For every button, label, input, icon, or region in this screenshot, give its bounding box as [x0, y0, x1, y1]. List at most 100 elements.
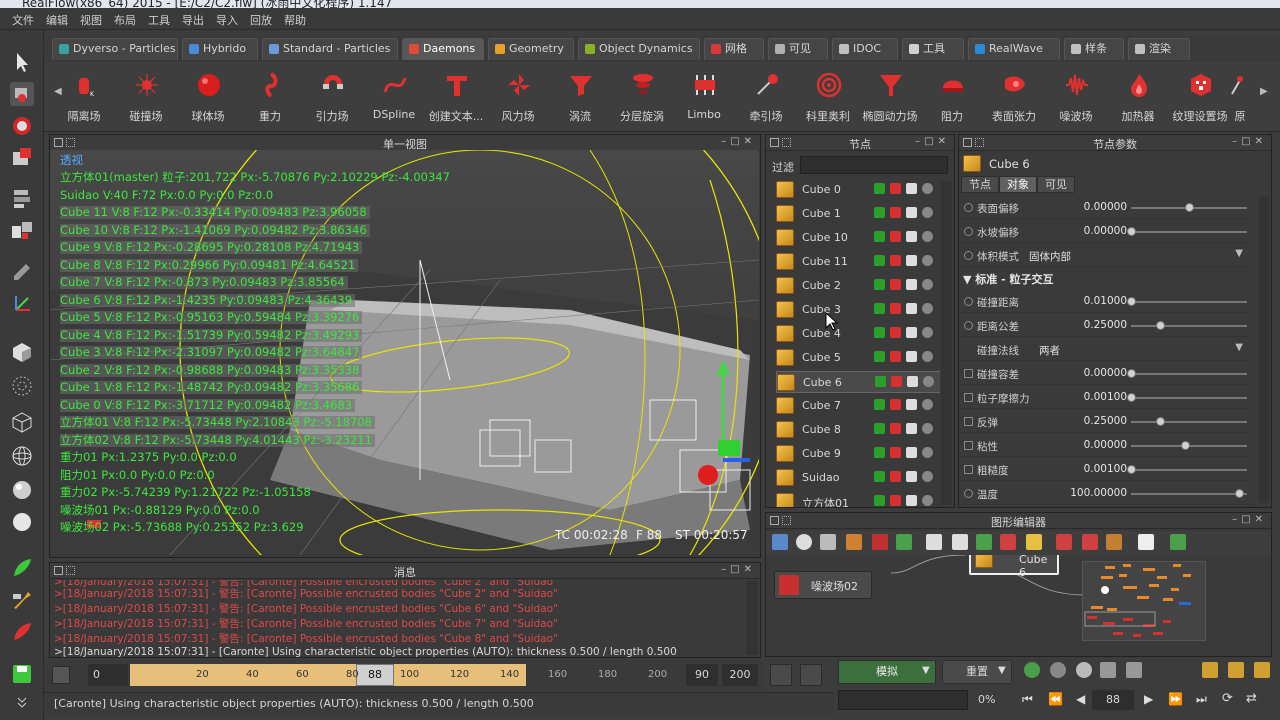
graph-layout-icon[interactable]	[976, 534, 992, 550]
tab-geometry[interactable]: Geometry	[488, 38, 574, 60]
node-item[interactable]: Cube 10	[776, 227, 940, 249]
dyn-icon[interactable]	[890, 303, 901, 314]
param-value[interactable]: 0.00100	[1084, 463, 1127, 475]
key-icon[interactable]	[1202, 662, 1218, 678]
layered-vortex-button[interactable]: 分层旋涡	[612, 66, 672, 126]
graph-group-icon[interactable]	[846, 534, 862, 550]
traction-daemon-button[interactable]: 牵引场	[736, 66, 796, 126]
graph-fit-icon[interactable]	[952, 534, 968, 550]
surface-tension-button[interactable]: 表面张力	[984, 66, 1044, 126]
dyn-icon[interactable]	[890, 231, 901, 242]
graph-axis-icon[interactable]	[1170, 534, 1186, 550]
tab-node[interactable]: 节点	[961, 176, 999, 193]
red-leaf-icon[interactable]	[10, 620, 34, 644]
cube-vis-icon[interactable]	[906, 183, 917, 194]
edit-icon[interactable]	[874, 255, 885, 266]
graph-note-icon[interactable]	[1026, 534, 1042, 550]
mesh-vis-icon[interactable]	[922, 423, 933, 434]
cube-vis-icon[interactable]	[906, 231, 917, 242]
node-item[interactable]: Cube 1	[776, 203, 940, 225]
tab-hybrido[interactable]: Hybrido	[182, 38, 258, 60]
cube-vis-icon[interactable]	[906, 207, 917, 218]
select-arrow-icon[interactable]	[10, 50, 34, 74]
node-item[interactable]: 立方体01	[776, 491, 940, 507]
node-filter-input[interactable]	[800, 156, 948, 174]
dyn-icon[interactable]	[890, 327, 901, 338]
edit-icon[interactable]	[874, 471, 885, 482]
section-header[interactable]: ▼ 标准 - 粒子交互	[963, 271, 1054, 287]
step-forward-icon[interactable]: ⏩	[1168, 692, 1183, 706]
tab-daemons[interactable]: Daemons	[402, 38, 484, 60]
tab-render[interactable]: 渲染	[1128, 38, 1190, 60]
dyn-icon[interactable]	[890, 207, 901, 218]
wind-daemon-button[interactable]: 风力场	[488, 66, 548, 126]
param-slider[interactable]	[1131, 417, 1247, 426]
sphere-smooth-icon[interactable]	[10, 510, 34, 534]
menu-import[interactable]: 导入	[216, 12, 238, 28]
param-value[interactable]: 0.00000	[1084, 225, 1127, 237]
mesh-vis-icon[interactable]	[922, 207, 933, 218]
slider-knob[interactable]	[1127, 393, 1136, 402]
axis-tool-icon[interactable]	[10, 292, 34, 316]
limbo-daemon-button[interactable]: Limbo	[674, 66, 734, 126]
mesh-vis-icon[interactable]	[922, 471, 933, 482]
settings-gear-icon[interactable]	[1100, 662, 1116, 678]
mesh-vis-icon[interactable]	[922, 183, 933, 194]
dyn-icon[interactable]	[890, 279, 901, 290]
cube-vis-icon[interactable]	[907, 376, 918, 387]
node-item[interactable]: Cube 7	[776, 395, 940, 417]
go-start-icon[interactable]: ⏮	[1022, 692, 1033, 707]
dyn-icon[interactable]	[890, 399, 901, 410]
dropdown-arrow-icon[interactable]: ▼	[1235, 248, 1243, 259]
attractor-daemon-button[interactable]: 引力场	[302, 66, 362, 126]
cube-vis-icon[interactable]	[906, 495, 917, 506]
edit-icon[interactable]	[874, 231, 885, 242]
graph-delete-icon[interactable]	[820, 534, 836, 550]
param-checkbox-icon[interactable]	[964, 417, 973, 426]
edit-icon[interactable]	[874, 351, 885, 362]
elliptic-daemon-button[interactable]: 椭圆动力场	[860, 66, 920, 126]
scale-tool-icon[interactable]	[10, 146, 34, 170]
slider-knob[interactable]	[1127, 297, 1136, 306]
slider-knob[interactable]	[1181, 441, 1190, 450]
cube-vis-icon[interactable]	[906, 471, 917, 482]
param-dropdown[interactable]: 固体内部	[1029, 249, 1071, 264]
node-list-scrollbar[interactable]	[941, 181, 952, 505]
cube-vis-icon[interactable]	[906, 327, 917, 338]
param-slider[interactable]	[1127, 393, 1247, 402]
graph-zoom-icon[interactable]	[926, 534, 942, 550]
dyn-icon[interactable]	[890, 351, 901, 362]
edit-icon[interactable]	[875, 376, 886, 387]
param-dropdown[interactable]: 两者	[1039, 343, 1060, 358]
lock-range-icon[interactable]	[52, 666, 70, 684]
mesh-vis-icon[interactable]	[922, 255, 933, 266]
mesh-vis-icon[interactable]	[922, 399, 933, 410]
panel-window-controls[interactable]: –□✕	[721, 564, 756, 575]
param-slider[interactable]	[1127, 369, 1247, 378]
edit-icon[interactable]	[874, 447, 885, 458]
tab-tools[interactable]: 工具	[902, 38, 964, 60]
graph-connect-icon[interactable]	[896, 534, 912, 550]
sphere-daemon-button[interactable]: 球体场	[178, 66, 238, 126]
dyn-icon[interactable]	[890, 447, 901, 458]
current-frame-field[interactable]: 88	[1092, 690, 1134, 710]
tab-dyverso-particles[interactable]: Dyverso - Particles	[52, 38, 178, 60]
tab-mesh[interactable]: 网格	[704, 38, 764, 60]
node-item[interactable]: Cube 9	[776, 443, 940, 465]
collision-daemon-button[interactable]: 碰撞场	[116, 66, 176, 126]
sphere-wire-icon[interactable]	[10, 444, 34, 468]
timeline-start-field[interactable]: 0	[88, 664, 128, 686]
graph-filter-icon[interactable]	[1000, 534, 1016, 550]
coriolis-daemon-button[interactable]: 科里奥利	[798, 66, 858, 126]
dyn-icon[interactable]	[890, 471, 901, 482]
dyn-icon[interactable]	[891, 376, 902, 387]
timeline-playhead[interactable]: 88	[356, 664, 394, 686]
param-slider[interactable]	[1127, 297, 1247, 306]
param-checkbox-icon[interactable]	[964, 441, 973, 450]
mesh-vis-icon[interactable]	[922, 303, 933, 314]
graph-minimap[interactable]	[1082, 561, 1206, 641]
menu-edit[interactable]: 编辑	[46, 12, 68, 28]
noise-daemon-button[interactable]: 噪波场	[1046, 66, 1106, 126]
graph-link-icon[interactable]	[772, 534, 788, 550]
mesh-vis-icon[interactable]	[922, 231, 933, 242]
